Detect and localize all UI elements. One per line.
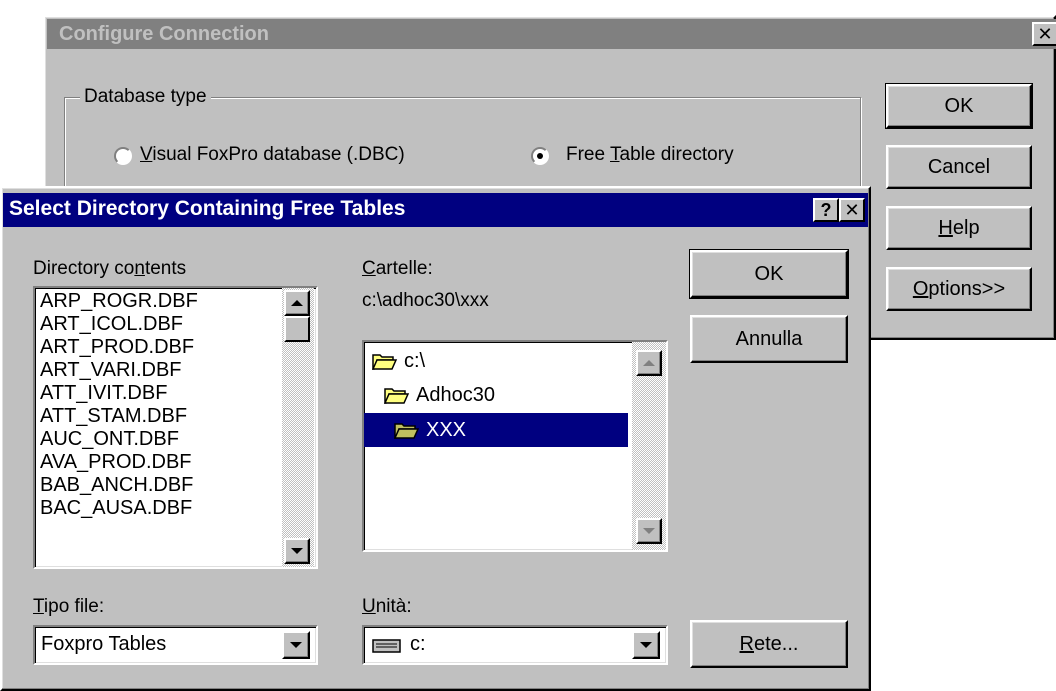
- tipo-file-label: Tipo file:: [33, 596, 105, 617]
- file-list-item[interactable]: AUC_ONT.DBF: [40, 428, 280, 451]
- file-list-item[interactable]: BAC_AUSA.DBF: [40, 497, 280, 520]
- scroll-down-icon: [643, 528, 655, 534]
- select-title: Select Directory Containing Free Tables: [9, 197, 406, 220]
- folder-item-xxx[interactable]: XXX: [364, 413, 628, 447]
- radio-visual-foxpro-dbc-label[interactable]: Visual FoxPro database (.DBC): [140, 144, 405, 166]
- folder-label: c:\: [404, 349, 426, 372]
- open-folder-icon: [384, 388, 410, 404]
- radio-visual-foxpro-dbc[interactable]: [114, 147, 132, 165]
- select-help-button[interactable]: ?: [813, 198, 839, 222]
- radio-selected-dot: [537, 153, 543, 159]
- database-type-label: Database type: [80, 86, 211, 108]
- current-path: c:\adhoc30\xxx: [362, 290, 489, 311]
- file-list-scroll-up[interactable]: [284, 290, 310, 316]
- scroll-up-icon: [291, 300, 303, 306]
- radio-free-table-directory[interactable]: [531, 147, 549, 165]
- chevron-down-icon: [290, 642, 302, 648]
- directory-contents-label: Directory contents: [33, 258, 187, 279]
- configure-ok-button[interactable]: OK: [885, 83, 1033, 129]
- folder-label: XXX: [426, 418, 467, 441]
- select-close-button[interactable]: ✕: [839, 198, 865, 222]
- configure-help-button[interactable]: Help: [886, 206, 1032, 250]
- file-list-scroll-thumb[interactable]: [284, 316, 310, 342]
- file-list-scroll-down[interactable]: [284, 538, 310, 564]
- configure-close-button[interactable]: ✕: [1032, 22, 1056, 46]
- chevron-down-icon: [640, 642, 652, 648]
- drive-icon: [372, 639, 401, 653]
- folder-list[interactable]: c:\ Adhoc30 XXX: [362, 340, 668, 552]
- tipo-file-select[interactable]: Foxpro Tables: [33, 625, 318, 665]
- folder-list-scroll-up[interactable]: [636, 350, 662, 376]
- annulla-button[interactable]: Annulla: [690, 315, 848, 363]
- scroll-up-icon: [643, 360, 655, 366]
- unita-label: Unità:: [362, 596, 412, 617]
- file-list-item[interactable]: BAB_ANCH.DBF: [40, 474, 280, 497]
- folder-list-scroll-down[interactable]: [636, 518, 662, 544]
- unita-value: c:: [410, 633, 426, 655]
- question-icon: ?: [820, 199, 832, 220]
- select-ok-button[interactable]: OK: [689, 249, 849, 299]
- file-list-item[interactable]: ARP_ROGR.DBF: [40, 290, 280, 313]
- folder-item-root[interactable]: c:\: [372, 348, 425, 374]
- unita-select[interactable]: c:: [362, 625, 668, 665]
- tipo-file-dropdown-button[interactable]: [282, 631, 310, 659]
- database-type-group: [64, 97, 861, 189]
- file-list[interactable]: ARP_ROGR.DBF ART_ICOL.DBF ART_PROD.DBF ART_…: [33, 286, 318, 569]
- file-list-items: ARP_ROGR.DBF ART_ICOL.DBF ART_PROD.DBF ART_…: [40, 290, 280, 520]
- open-folder-icon: [372, 354, 398, 370]
- close-icon: ✕: [844, 199, 860, 220]
- file-list-item[interactable]: ART_PROD.DBF: [40, 336, 280, 359]
- file-list-item[interactable]: AVA_PROD.DBF: [40, 451, 280, 474]
- configure-title-bar: Configure Connection: [47, 19, 1056, 49]
- folder-label: Adhoc30: [416, 383, 495, 406]
- file-list-item[interactable]: ATT_IVIT.DBF: [40, 382, 280, 405]
- file-list-item[interactable]: ATT_STAM.DBF: [40, 405, 280, 428]
- scroll-down-icon: [291, 548, 303, 554]
- rete-button[interactable]: Rete...: [690, 620, 848, 668]
- file-list-item[interactable]: ART_ICOL.DBF: [40, 313, 280, 336]
- tipo-file-value: Foxpro Tables: [41, 633, 167, 655]
- configure-options-button[interactable]: Options>>: [886, 267, 1032, 311]
- select-title-bar: Select Directory Containing Free Tables: [3, 193, 868, 227]
- folder-item-adhoc30[interactable]: Adhoc30: [384, 382, 495, 408]
- cartelle-label: Cartelle:: [362, 258, 433, 279]
- close-icon: ✕: [1037, 23, 1053, 44]
- unita-dropdown-button[interactable]: [632, 631, 660, 659]
- file-list-item[interactable]: ART_VARI.DBF: [40, 359, 280, 382]
- configure-cancel-button[interactable]: Cancel: [886, 145, 1032, 189]
- open-folder-icon: [394, 423, 420, 439]
- radio-free-table-directory-label[interactable]: Free Table directory: [566, 144, 734, 166]
- configure-title: Configure Connection: [59, 23, 269, 45]
